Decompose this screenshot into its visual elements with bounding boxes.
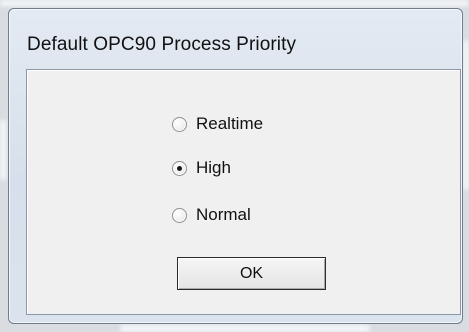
background-blur [0, 120, 6, 180]
background-blur [463, 40, 469, 190]
radio-button-icon[interactable] [172, 116, 187, 132]
priority-dialog: Default OPC90 Process Priority Realtime … [8, 8, 463, 324]
radio-label-realtime: Realtime [196, 114, 264, 133]
background-blur [120, 325, 370, 332]
ok-button[interactable]: OK [177, 257, 326, 290]
radio-label-normal: Normal [196, 205, 251, 224]
dialog-client-area: Realtime High Normal OK [26, 69, 461, 315]
radio-option-high[interactable]: High [172, 157, 231, 179]
background-blur [0, 0, 469, 6]
radio-button-icon[interactable] [172, 207, 187, 223]
radio-button-selected-icon[interactable] [172, 160, 187, 176]
radio-option-normal[interactable]: Normal [172, 204, 251, 226]
radio-option-realtime[interactable]: Realtime [172, 113, 263, 135]
radio-label-high: High [196, 158, 231, 177]
dialog-title: Default OPC90 Process Priority [27, 34, 297, 55]
radio-selected-dot-icon [177, 165, 182, 171]
